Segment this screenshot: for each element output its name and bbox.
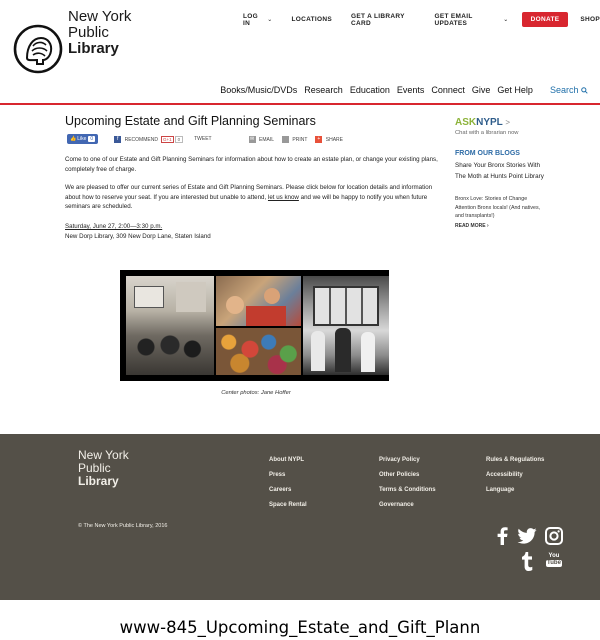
like-label: Like <box>77 136 87 142</box>
search-button[interactable]: Search <box>543 85 588 95</box>
header-divider <box>0 103 600 105</box>
archival-classroom-photo <box>126 276 214 375</box>
facebook-icon[interactable] <box>496 527 508 545</box>
ask-text: ASK <box>455 117 477 128</box>
details-paragraph: We are pleased to offer our current seri… <box>65 183 439 212</box>
nypl-lion-logo[interactable] <box>13 24 63 74</box>
print-label: PRINT <box>292 136 308 143</box>
page-title: Upcoming Estate and Gift Planning Semina… <box>65 114 316 128</box>
site-footer: New York Public Library About NYPL Press… <box>0 434 600 600</box>
email-label: EMAIL <box>258 136 274 143</box>
event-date-link[interactable]: Saturday, June 27, 2:00—3:30 p.m. <box>65 222 211 232</box>
copyright-text: © The New York Public Library, 2016 <box>78 523 168 529</box>
thumbs-up-icon: 👍 <box>70 136 77 142</box>
footer-brand-line-3: Library <box>78 474 119 488</box>
footer-link-governance[interactable]: Governance <box>379 498 436 513</box>
utility-nav: LOG IN ⌄ LOCATIONS GET A LIBRARY CARD GE… <box>243 12 600 27</box>
search-label: Search <box>549 85 579 95</box>
footer-link-about[interactable]: About NYPL <box>269 453 307 468</box>
like-count: 0 <box>88 136 96 142</box>
search-icon <box>581 87 588 94</box>
blogs-heading: FROM OUR BLOGS <box>455 150 520 157</box>
footer-link-privacy[interactable]: Privacy Policy <box>379 453 436 468</box>
intro-paragraph: Come to one of our Estate and Gift Plann… <box>65 156 438 173</box>
printer-icon <box>282 135 289 143</box>
event-location: New Dorp Library, 309 New Dorp Lane, Sta… <box>65 233 211 240</box>
envelope-icon: ✉ <box>248 135 256 143</box>
footer-column-3: Rules & Regulations Accessibility Langua… <box>486 453 544 498</box>
google-plus-button[interactable]: G+1 <box>160 135 174 143</box>
seminar-event: Saturday, June 27, 2:00—3:30 p.m. New Do… <box>65 222 211 242</box>
footer-link-terms[interactable]: Terms & Conditions <box>379 483 436 498</box>
nav-research[interactable]: Research <box>304 85 343 95</box>
footer-column-1: About NYPL Press Careers Space Rental <box>269 453 307 513</box>
main-nav: Books/Music/DVDs Research Education Even… <box>213 85 588 95</box>
nav-give[interactable]: Give <box>472 85 491 95</box>
youtube-icon[interactable]: You Tube <box>546 553 562 567</box>
share-bar: 👍 Like 0 f RECOMMEND G+1 0 TWEET ✉ EMAIL… <box>67 134 343 144</box>
chat-with-librarian-link[interactable]: Chat with a librarian now <box>455 130 518 136</box>
nav-events[interactable]: Events <box>397 85 425 95</box>
facebook-icon: f <box>114 135 122 143</box>
share-button[interactable]: + SHARE <box>315 135 344 143</box>
screenshot-filename-label: www-845_Upcoming_Estate_and_Gift_Plann <box>119 618 481 637</box>
nav-get-help[interactable]: Get Help <box>497 85 533 95</box>
footer-column-2: Privacy Policy Other Policies Terms & Co… <box>379 453 436 513</box>
blog-post-link[interactable]: Share Your Bronx Stories With The Moth a… <box>455 161 545 182</box>
donate-button[interactable]: DONATE <box>521 12 569 27</box>
login-link[interactable]: LOG IN <box>243 13 265 27</box>
chevron-down-icon: ⌄ <box>503 17 509 23</box>
google-plus-count: 0 <box>174 135 184 143</box>
nypl-text: NYPL <box>476 117 503 128</box>
recommend-label: RECOMMEND <box>124 136 158 143</box>
footer-link-space-rental[interactable]: Space Rental <box>269 498 307 513</box>
archival-library-window-photo <box>303 276 389 375</box>
email-share-button[interactable]: ✉ EMAIL <box>248 135 274 143</box>
footer-link-rules[interactable]: Rules & Regulations <box>486 453 544 468</box>
chevron-down-icon: ⌄ <box>267 17 273 23</box>
youtube-tube: Tube <box>546 560 562 567</box>
read-more-link[interactable]: READ MORE › <box>455 223 489 229</box>
nav-education[interactable]: Education <box>350 85 390 95</box>
twitter-icon[interactable] <box>517 528 537 544</box>
brand-line-1: New York <box>68 8 132 25</box>
instagram-icon[interactable] <box>545 527 563 545</box>
locations-link[interactable]: LOCATIONS <box>292 16 333 23</box>
footer-wordmark[interactable]: New York Public Library <box>78 449 129 488</box>
facebook-like-button[interactable]: 👍 Like 0 <box>67 134 99 144</box>
footer-link-language[interactable]: Language <box>486 483 544 498</box>
chevron-right-icon: > <box>505 118 511 127</box>
share-label: SHARE <box>325 136 344 143</box>
nypl-wordmark[interactable]: New York Public Library <box>68 9 131 57</box>
footer-link-accessibility[interactable]: Accessibility <box>486 468 544 483</box>
children-reading-photo <box>216 276 301 326</box>
nav-books-music-dvds[interactable]: Books/Music/DVDs <box>220 85 297 95</box>
seminar-photo-collage <box>120 270 389 381</box>
footer-link-press[interactable]: Press <box>269 468 307 483</box>
email-updates-link[interactable]: GET EMAIL UPDATES <box>435 13 502 27</box>
let-us-know-link[interactable]: let us know <box>268 194 299 201</box>
tumblr-icon[interactable] <box>521 552 533 571</box>
nav-connect[interactable]: Connect <box>431 85 465 95</box>
youtube-you: You <box>548 553 560 559</box>
brand-line-2: Public <box>68 24 109 41</box>
blog-post-description: Bronx Love: Stories of Change Attention … <box>455 196 541 219</box>
photo-caption: Center photos: Jane Hoffer <box>221 390 291 396</box>
print-button[interactable]: PRINT <box>282 135 308 143</box>
get-library-card-link[interactable]: GET A LIBRARY CARD <box>351 13 420 27</box>
brand-line-3: Library <box>68 40 119 57</box>
recommend-button[interactable]: f RECOMMEND <box>114 135 158 143</box>
footer-link-careers[interactable]: Careers <box>269 483 307 498</box>
tweet-button[interactable]: TWEET <box>194 136 212 142</box>
shop-link[interactable]: SHOP <box>580 16 600 23</box>
ask-nypl-link[interactable]: ASKNYPL > <box>455 117 510 128</box>
children-group-photo <box>216 328 301 375</box>
footer-link-other-policies[interactable]: Other Policies <box>379 468 436 483</box>
plus-icon: + <box>315 135 323 143</box>
